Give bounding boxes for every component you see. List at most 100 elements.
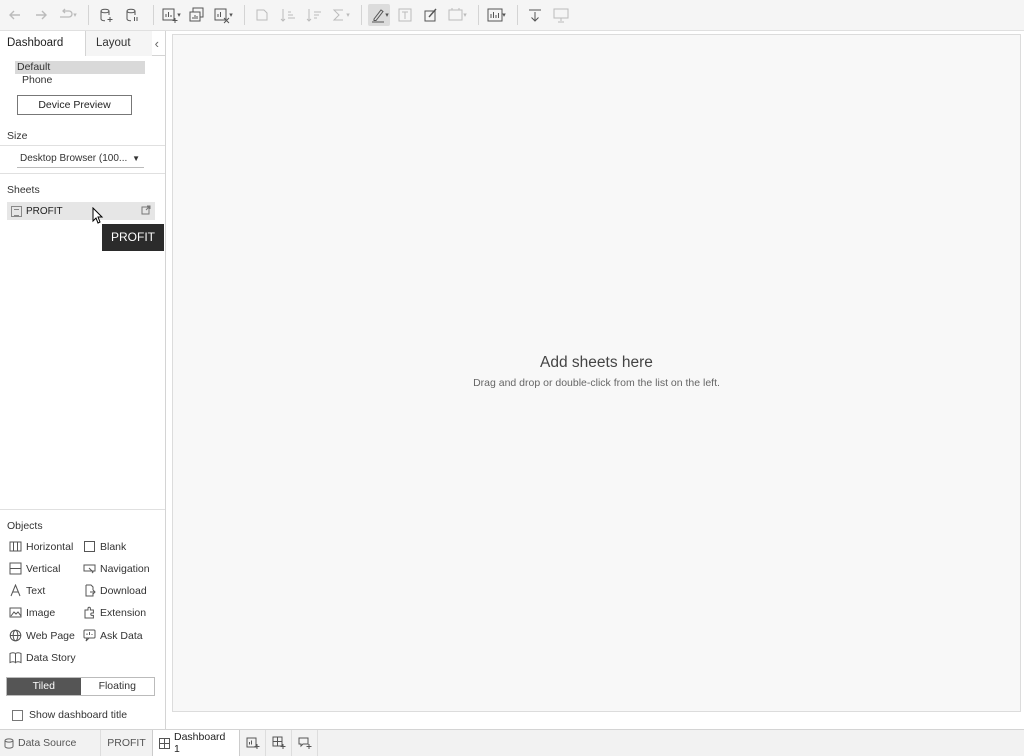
toolbar-separator bbox=[88, 5, 89, 25]
object-ask-data[interactable]: Ask Data bbox=[83, 629, 143, 642]
divider bbox=[0, 173, 165, 174]
empty-canvas-title: Add sheets here bbox=[540, 354, 653, 371]
sheets-label: Sheets bbox=[7, 184, 40, 196]
object-navigation[interactable]: Navigation bbox=[83, 562, 150, 575]
toolbar-separator bbox=[517, 5, 518, 25]
navigation-icon bbox=[83, 562, 96, 575]
toolbar-separator bbox=[361, 5, 362, 25]
ask-data-icon bbox=[83, 629, 96, 642]
labels-icon[interactable] bbox=[394, 4, 416, 26]
toolbar-separator bbox=[244, 5, 245, 25]
object-label: Extension bbox=[100, 606, 147, 619]
sheet-tab-bar: Data Source PROFIT Dashboard 1 bbox=[0, 729, 1024, 756]
forward-icon[interactable] bbox=[30, 4, 52, 26]
tab-dashboard-1[interactable]: Dashboard 1 bbox=[152, 730, 240, 756]
new-dashboard-icon[interactable] bbox=[266, 730, 292, 756]
new-worksheet-icon[interactable]: ▾ bbox=[160, 4, 182, 26]
size-value: Desktop Browser (100... bbox=[20, 153, 128, 164]
object-label: Ask Data bbox=[100, 629, 143, 642]
tab-layout[interactable]: Layout bbox=[86, 31, 152, 56]
data-story-icon bbox=[9, 651, 22, 664]
sheet-item-profit[interactable]: PROFIT bbox=[7, 202, 155, 220]
panel-tabs: Dashboard Layout ‹ bbox=[0, 31, 165, 56]
dashboard-area: Add sheets here Drag and drop or double-… bbox=[167, 31, 1024, 729]
layout-mode-toggle: Tiled Floating bbox=[6, 677, 155, 696]
object-horizontal[interactable]: Horizontal bbox=[9, 540, 73, 553]
object-label: Image bbox=[26, 606, 56, 619]
size-dropdown[interactable]: Desktop Browser (100... ▼ bbox=[17, 151, 144, 168]
object-extension[interactable]: Extension bbox=[83, 606, 146, 619]
text-icon bbox=[9, 584, 22, 597]
tab-dashboard[interactable]: Dashboard bbox=[0, 31, 86, 56]
chevron-down-icon: ▼ bbox=[132, 154, 140, 163]
divider bbox=[0, 509, 165, 510]
back-icon[interactable] bbox=[4, 4, 26, 26]
redo-icon[interactable]: ▾ bbox=[56, 4, 78, 26]
image-icon bbox=[9, 606, 22, 619]
clear-sheet-icon[interactable]: ▾ bbox=[212, 4, 234, 26]
toolbar-separator bbox=[153, 5, 154, 25]
size-label: Size bbox=[7, 130, 28, 142]
download-icon[interactable] bbox=[524, 4, 546, 26]
objects-label: Objects bbox=[7, 520, 43, 532]
worksheet-icon bbox=[11, 205, 22, 217]
duplicate-sheet-icon[interactable] bbox=[186, 4, 208, 26]
object-label: Horizontal bbox=[26, 540, 74, 553]
object-text[interactable]: Text bbox=[9, 584, 45, 597]
annotate-icon[interactable] bbox=[420, 4, 442, 26]
empty-canvas-hint: Drag and drop or double-click from the l… bbox=[473, 377, 720, 389]
open-sheet-icon[interactable] bbox=[141, 205, 151, 215]
new-worksheet-icon[interactable] bbox=[240, 730, 266, 756]
totals-icon[interactable]: ▾ bbox=[329, 4, 351, 26]
toolbar: ▾ ▾ ▾ ▾ ▾ ▾ ▾ bbox=[0, 0, 1024, 31]
horizontal-container-icon bbox=[9, 540, 22, 553]
device-phone[interactable]: Phone bbox=[22, 74, 52, 87]
device-default[interactable]: Default bbox=[15, 61, 145, 74]
object-vertical[interactable]: Vertical bbox=[9, 562, 60, 575]
vertical-container-icon bbox=[9, 562, 22, 575]
object-label: Web Page bbox=[26, 629, 75, 642]
object-label: Navigation bbox=[100, 562, 150, 575]
sort-descending-icon[interactable] bbox=[303, 4, 325, 26]
show-title-label: Show dashboard title bbox=[29, 709, 128, 721]
floating-button[interactable]: Floating bbox=[80, 678, 154, 695]
group-icon[interactable] bbox=[251, 4, 273, 26]
object-label: Vertical bbox=[26, 562, 61, 575]
object-image[interactable]: Image bbox=[9, 606, 55, 619]
toolbar-separator bbox=[478, 5, 479, 25]
object-label: Blank bbox=[100, 540, 127, 553]
dashboard-icon bbox=[159, 737, 170, 749]
object-label: Text bbox=[26, 584, 46, 597]
globe-icon bbox=[9, 629, 22, 642]
sheet-item-label: PROFIT bbox=[26, 205, 63, 217]
download-object-icon bbox=[83, 584, 96, 597]
show-me-icon[interactable]: ▾ bbox=[485, 4, 507, 26]
sort-ascending-icon[interactable] bbox=[277, 4, 299, 26]
device-preview-button[interactable]: Device Preview bbox=[17, 95, 132, 115]
data-source-pause-icon[interactable] bbox=[121, 4, 143, 26]
show-title-checkbox[interactable] bbox=[12, 709, 23, 721]
object-blank[interactable]: Blank bbox=[83, 540, 126, 553]
database-icon bbox=[4, 737, 14, 749]
blank-icon bbox=[83, 540, 96, 553]
show-dashboard-title-option[interactable]: Show dashboard title bbox=[12, 709, 127, 721]
object-download[interactable]: Download bbox=[83, 584, 147, 597]
new-story-icon[interactable] bbox=[292, 730, 318, 756]
dashboard-canvas[interactable]: Add sheets here Drag and drop or double-… bbox=[172, 34, 1021, 712]
collapse-panel-icon[interactable]: ‹ bbox=[155, 31, 159, 56]
highlight-icon[interactable]: ▾ bbox=[368, 4, 390, 26]
tab-label: PROFIT bbox=[107, 737, 146, 749]
tab-label: Data Source bbox=[18, 737, 77, 749]
object-web-page[interactable]: Web Page bbox=[9, 629, 75, 642]
tab-label: Dashboard 1 bbox=[174, 731, 226, 755]
tiled-button[interactable]: Tiled bbox=[7, 678, 81, 695]
object-label: Data Story bbox=[26, 651, 76, 664]
new-data-source-icon[interactable] bbox=[95, 4, 117, 26]
fit-icon[interactable]: ▾ bbox=[446, 4, 468, 26]
object-data-story[interactable]: Data Story bbox=[9, 651, 76, 664]
tab-data-source[interactable]: Data Source bbox=[0, 730, 100, 756]
tab-sheet-profit[interactable]: PROFIT bbox=[100, 730, 152, 756]
extension-icon bbox=[83, 606, 96, 619]
presentation-icon[interactable] bbox=[550, 4, 572, 26]
left-panel: Dashboard Layout ‹ Default Phone Device … bbox=[0, 31, 166, 729]
